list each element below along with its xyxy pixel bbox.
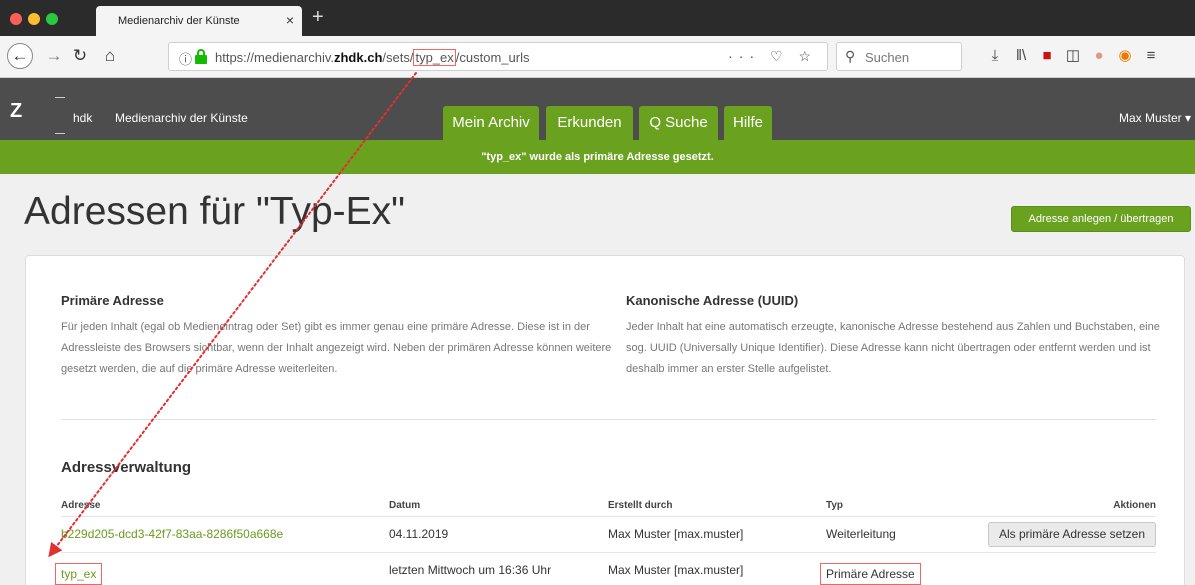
toolbar-icons: ⤓ ‖\ ■ ◫ ● ◉ ≡: [982, 46, 1164, 64]
row-date: 04.11.2019: [389, 527, 449, 541]
forward-icon[interactable]: →: [41, 43, 67, 69]
tab-close-icon[interactable]: ×: [286, 12, 294, 28]
flash-message: "typ_ex" wurde als primäre Adresse geset…: [0, 140, 1195, 174]
row-date: letzten Mittwoch um 16:36 Uhr: [389, 563, 552, 577]
logo-hdk[interactable]: hdk: [73, 111, 92, 125]
minimize-window-button[interactable]: [28, 13, 40, 25]
sidebar-icon[interactable]: ◫: [1060, 46, 1086, 64]
logo-dash: [55, 133, 65, 134]
nav-mein-archiv[interactable]: Mein Archiv: [443, 106, 539, 140]
row-created-by: Max Muster [max.muster]: [608, 563, 744, 577]
maximize-window-button[interactable]: [46, 13, 58, 25]
browser-tabbar: Medienarchiv der Künste × +: [0, 0, 1195, 36]
set-primary-address-button[interactable]: Als primäre Adresse setzen: [988, 522, 1156, 547]
address-management-heading: Adressverwaltung: [61, 459, 192, 476]
download-icon[interactable]: ⤓: [982, 47, 1008, 64]
browser-navbar: ← → ↻ ⌂ ⓘ https://medienarchiv.zhdk.ch/s…: [0, 36, 1195, 78]
user-menu[interactable]: Max Muster ▾: [1119, 111, 1191, 125]
row-divider: [61, 516, 1156, 517]
close-window-button[interactable]: [10, 13, 22, 25]
library-icon[interactable]: ‖\: [1008, 47, 1034, 64]
row-created-by: Max Muster [max.muster]: [608, 527, 744, 541]
app-title[interactable]: Medienarchiv der Künste: [115, 111, 248, 125]
column-header-address: Adresse: [61, 500, 101, 511]
search-input[interactable]: ⚲ Suchen: [836, 42, 962, 71]
row-divider: [61, 552, 1156, 553]
menu-icon[interactable]: ≡: [1138, 47, 1164, 64]
canonical-address-text: Jeder Inhalt hat eine automatisch erzeug…: [626, 321, 1160, 375]
primary-address-heading: Primäre Adresse: [61, 293, 164, 308]
home-icon[interactable]: ⌂: [97, 43, 123, 69]
row-type-primary: Primäre Adresse: [820, 563, 921, 585]
nav-suche[interactable]: Q Suche: [639, 106, 718, 140]
primary-address-text: Für jeden Inhalt (egal ob Medieneintrag …: [61, 321, 612, 375]
url-text[interactable]: https://medienarchiv.zhdk.ch/sets/typ_ex…: [215, 49, 529, 66]
chrome-extension-icon[interactable]: ◉: [1112, 46, 1138, 64]
address-link-typ-ex[interactable]: typ_ex: [55, 563, 103, 585]
page-actions-icon[interactable]: ··· ♡ ☆: [728, 48, 817, 65]
tab-title: Medienarchiv der Künste: [118, 15, 240, 27]
column-header-date: Datum: [389, 500, 421, 511]
divider: [61, 419, 1156, 420]
nav-hilfe[interactable]: Hilfe: [724, 106, 772, 140]
nav-erkunden[interactable]: Erkunden: [546, 106, 633, 140]
row-type: Weiterleitung: [826, 527, 896, 541]
canonical-address-heading: Kanonische Adresse (UUID): [626, 293, 799, 308]
search-placeholder: Suchen: [865, 50, 910, 65]
reload-icon[interactable]: ↻: [67, 43, 93, 69]
page-title: Adressen für "Typ-Ex": [24, 190, 405, 233]
extension-icon[interactable]: ●: [1086, 47, 1112, 64]
lock-icon[interactable]: [195, 49, 207, 64]
back-icon[interactable]: ←: [7, 43, 33, 69]
url-bar[interactable]: ⓘ https://medienarchiv.zhdk.ch/sets/typ_…: [168, 42, 828, 71]
pdf-icon[interactable]: ■: [1034, 47, 1060, 64]
logo-dash: [55, 97, 65, 98]
browser-tab[interactable]: Medienarchiv der Künste ×: [96, 6, 302, 36]
info-icon[interactable]: ⓘ: [179, 49, 192, 68]
search-icon: ⚲: [845, 48, 856, 64]
address-link-uuid[interactable]: b229d205-dcd3-42f7-83aa-8286f50a668e: [61, 527, 283, 541]
column-header-type: Typ: [826, 500, 844, 511]
logo[interactable]: Z: [10, 100, 22, 123]
content-card: Primäre Adresse Für jeden Inhalt (egal o…: [25, 255, 1185, 585]
new-tab-button[interactable]: +: [312, 6, 324, 29]
app-header: Z hdk Medienarchiv der Künste Mein Archi…: [0, 78, 1195, 140]
column-header-actions: Aktionen: [1113, 500, 1156, 511]
column-header-created-by: Erstellt durch: [608, 500, 673, 511]
url-slug-highlight: typ_ex: [413, 49, 456, 66]
create-address-button[interactable]: Adresse anlegen / übertragen: [1011, 206, 1191, 232]
